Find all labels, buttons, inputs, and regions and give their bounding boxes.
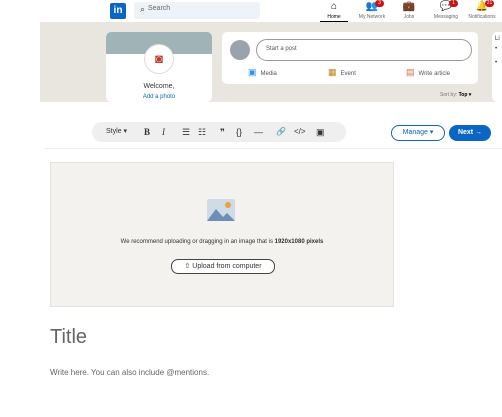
italic-button[interactable]: I <box>162 125 165 139</box>
right-rail-card: Li • • <box>492 32 502 102</box>
nav-notifications[interactable]: 🔔 21 Notifications <box>462 0 502 22</box>
camera-icon[interactable]: ◙ <box>144 44 174 74</box>
linkedin-topbar: in ⌕ Search ⌂ Home 👥 3 My Network 💼 Jobs… <box>0 0 502 22</box>
cover-recommendation: We recommend uploading or dragging in an… <box>51 239 393 245</box>
start-post-placeholder: Start a post <box>266 46 297 52</box>
add-photo-link[interactable]: Add a photo <box>106 94 212 100</box>
linkedin-logo[interactable]: in <box>110 3 126 19</box>
welcome-text: Welcome, <box>143 83 175 90</box>
format-toolbar: Style ▾ B I ☰ ☷ ❞ {} — 🔗 </> ▣ <box>92 122 346 142</box>
sort-by-value: Top ▾ <box>458 92 472 98</box>
bold-button[interactable]: B <box>144 125 150 139</box>
nav-jobs[interactable]: 💼 Jobs <box>389 0 429 22</box>
right-rail-bullet: • <box>495 60 498 66</box>
divider-icon[interactable]: — <box>254 125 263 139</box>
home-icon: ⌂ <box>330 1 338 12</box>
embed-icon[interactable]: </> <box>294 125 306 139</box>
image-icon: ▣ <box>248 67 257 77</box>
cover-recommend-text: We recommend uploading or dragging in an… <box>120 239 273 245</box>
event-button[interactable]: ▦ Event <box>328 67 356 78</box>
upload-label: Upload from computer <box>192 263 262 270</box>
media-label: Media <box>260 71 277 77</box>
nav-messaging[interactable]: 💬 1 Messaging <box>426 0 466 22</box>
start-post-input[interactable]: Start a post <box>256 39 472 61</box>
messaging-badge: 1 <box>449 0 458 7</box>
next-button[interactable]: Next → <box>449 125 491 141</box>
sort-by-control[interactable]: Sort by: Top ▾ <box>440 92 471 98</box>
nav-home[interactable]: ⌂ Home <box>314 0 354 22</box>
nav-my-network[interactable]: 👥 3 My Network <box>352 0 392 22</box>
right-rail-bullet: • <box>495 46 498 52</box>
article-editor: Style ▾ B I ☰ ☷ ❞ {} — 🔗 </> ▣ Manage ▾ … <box>44 118 502 417</box>
style-dropdown[interactable]: Style ▾ <box>106 125 127 139</box>
title-input[interactable]: Title <box>50 326 87 349</box>
bell-icon: 🔔 <box>475 1 489 12</box>
image-icon[interactable]: ▣ <box>316 125 325 139</box>
network-icon: 👥 <box>365 1 379 12</box>
body-input[interactable]: Write here. You can also include @mentio… <box>50 368 209 377</box>
quote-icon[interactable]: ❞ <box>220 125 225 139</box>
sort-by-label: Sort by: <box>440 92 458 98</box>
nav-notifications-label: Notifications <box>468 14 496 20</box>
write-article-label: Write article <box>418 71 451 77</box>
upload-from-computer-button[interactable]: ⇧ Upload from computer <box>171 259 275 274</box>
profile-card[interactable]: ◙ Welcome, Add a photo <box>106 32 212 102</box>
search-placeholder: Search <box>148 5 171 12</box>
article-icon: ▤ <box>406 67 415 77</box>
nav-home-label: Home <box>327 14 341 20</box>
briefcase-icon: 💼 <box>402 1 416 12</box>
nav-network-label: My Network <box>358 14 386 20</box>
toolbar-divider <box>44 148 502 149</box>
manage-button[interactable]: Manage ▾ <box>391 125 445 141</box>
cover-image-dropzone[interactable]: We recommend uploading or dragging in an… <box>50 162 394 307</box>
calendar-icon: ▦ <box>328 67 337 77</box>
write-article-button[interactable]: ▤ Write article <box>406 67 450 78</box>
cover-size-text: 1920x1080 pixels <box>274 239 324 245</box>
landscape-image-icon <box>207 199 235 221</box>
network-badge: 3 <box>375 0 384 7</box>
upload-icon: ⇧ <box>184 263 191 270</box>
search-icon: ⌕ <box>140 4 146 14</box>
bullet-list-icon[interactable]: ☰ <box>182 125 190 139</box>
event-label: Event <box>340 71 356 77</box>
code-block-icon[interactable]: {} <box>236 125 242 139</box>
media-button[interactable]: ▣ Media <box>248 67 277 78</box>
search-input[interactable]: ⌕ Search <box>134 2 260 19</box>
nav-messaging-label: Messaging <box>433 14 459 20</box>
notifications-badge: 21 <box>485 0 494 7</box>
avatar[interactable] <box>230 40 250 60</box>
numbered-list-icon[interactable]: ☷ <box>198 125 206 139</box>
nav-jobs-label: Jobs <box>403 14 415 20</box>
right-rail-title: Li <box>495 36 500 42</box>
messaging-icon: 💬 <box>439 1 453 12</box>
start-post-card: Start a post ▣ Media ▦ Event ▤ Write articl… <box>222 32 478 84</box>
link-icon[interactable]: 🔗 <box>276 125 286 139</box>
feed-background: ◙ Welcome, Add a photo Start a post ▣ Med… <box>40 22 502 102</box>
